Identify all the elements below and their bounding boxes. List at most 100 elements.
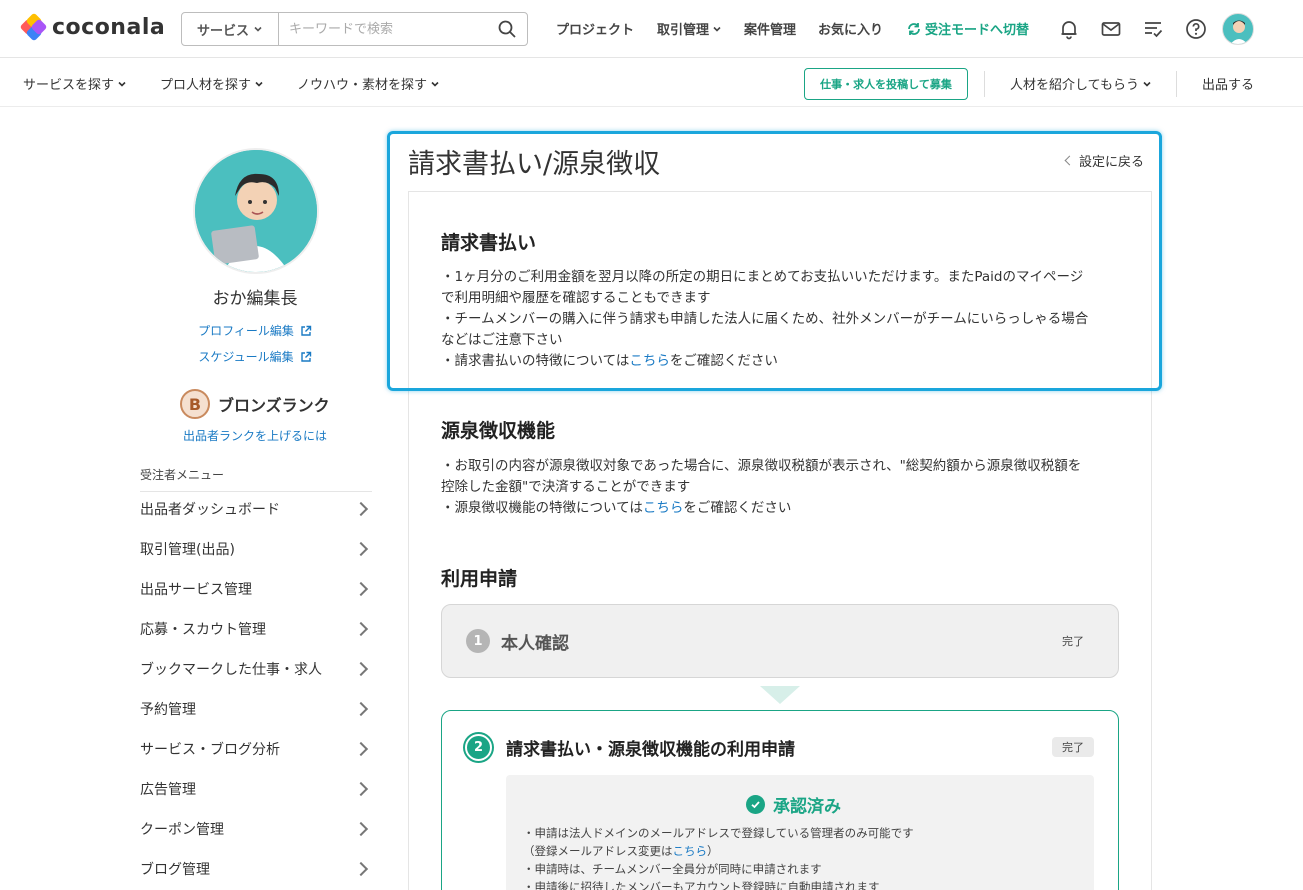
tasks-button[interactable] <box>1140 16 1166 42</box>
nav-project-label: プロジェクト <box>556 23 635 38</box>
chevron-down-icon <box>254 26 262 32</box>
menu-item-ads[interactable]: 広告管理 <box>140 769 372 809</box>
bell-icon <box>1061 21 1077 40</box>
messages-button[interactable] <box>1098 16 1124 42</box>
search-input[interactable] <box>279 13 487 45</box>
note-text: ） <box>707 844 719 858</box>
chevron-right-icon <box>353 741 369 757</box>
withholding-line: ・お取引の内容が源泉徴収対象であった場合に、源泉徴収税額が表示され、"総契約額か… <box>441 458 1082 474</box>
menu-item-services[interactable]: 出品サービス管理 <box>140 569 372 609</box>
invoice-description: ・1ヶ月分のご利用金額を翌月以降の所定の期日にまとめてお支払いいただけます。また… <box>441 267 1121 372</box>
nav-favorites[interactable]: お気に入り <box>818 19 883 38</box>
back-to-settings-link[interactable]: 設定に戻る <box>1064 151 1145 170</box>
change-email-link[interactable]: こちら <box>673 844 708 858</box>
withholding-line: ・源泉徴収機能の特徴についてはこちらをご確認ください <box>441 498 1121 519</box>
nav-referral-label: 人材を紹介してもらう <box>1010 78 1139 93</box>
user-avatar[interactable] <box>1222 13 1254 45</box>
menu-item-reservations[interactable]: 予約管理 <box>140 689 372 729</box>
application-heading: 利用申請 <box>441 568 518 590</box>
profile-edit-link[interactable]: プロフィール編集 <box>130 322 380 339</box>
logo-mark-icon <box>19 12 48 42</box>
nav-project[interactable]: プロジェクト <box>556 19 634 38</box>
invoice-heading: 請求書払い <box>441 232 537 254</box>
withholding-details-link[interactable]: こちら <box>643 500 684 516</box>
step-title: 請求書払い・源泉徴収機能の利用申請 <box>506 740 795 760</box>
chevron-right-icon <box>353 781 369 797</box>
chevron-right-icon <box>353 861 369 877</box>
status-badge: 完了 <box>1062 635 1084 648</box>
schedule-edit-label: スケジュール編集 <box>198 350 294 364</box>
arrow-down-icon <box>760 686 800 704</box>
chevron-left-icon <box>1064 155 1075 166</box>
nav-transactions-label: 取引管理 <box>657 23 710 38</box>
nav-find-pro[interactable]: プロ人材を探す <box>160 74 264 93</box>
checklist-icon <box>1145 22 1163 38</box>
nav-favorites-label: お気に入り <box>818 23 884 38</box>
chevron-right-icon <box>353 581 369 597</box>
step-number: 1 <box>466 629 490 653</box>
logo[interactable]: coconala <box>19 12 166 42</box>
nav-transactions[interactable]: 取引管理 <box>657 19 722 38</box>
menu-item-blog[interactable]: ブログ管理 <box>140 849 372 889</box>
step-title: 本人確認 <box>501 634 569 654</box>
profile-avatar[interactable] <box>193 148 319 274</box>
chevron-right-icon <box>353 661 369 677</box>
schedule-edit-link[interactable]: スケジュール編集 <box>130 348 380 365</box>
rank-up-label: 出品者ランクを上げるには <box>182 429 327 443</box>
menu-item-applications[interactable]: 応募・スカウト管理 <box>140 609 372 649</box>
nav-find-service[interactable]: サービスを探す <box>23 74 127 93</box>
withholding-line-text: ・源泉徴収機能の特徴については <box>441 500 643 516</box>
menu-item-label: 取引管理(出品) <box>140 542 235 558</box>
search-button[interactable] <box>487 13 527 45</box>
help-button[interactable] <box>1183 16 1209 42</box>
invoice-line: ・チームメンバーの購入に伴う請求も申請した法人に届くため、社外メンバーがチームに… <box>441 311 1089 327</box>
menu-item-analytics[interactable]: サービス・ブログ分析 <box>140 729 372 769</box>
logo-text: coconala <box>52 14 166 40</box>
invoice-line: で利用明細や履歴を確認することもできます <box>441 290 711 306</box>
search-bar: サービス <box>181 12 528 46</box>
menu-item-label: 出品者ダッシュボード <box>140 502 280 518</box>
post-job-label: 仕事・求人を投稿して募集 <box>820 78 952 91</box>
refresh-icon <box>908 22 920 35</box>
mail-icon <box>1101 22 1121 36</box>
note-line: ・申請時は、チームメンバー全員分が同時に申請されます <box>523 862 822 876</box>
note-line: ・申請後に招待したメンバーもアカウント登録時に自動申請されます <box>523 880 880 890</box>
sub-navigation: サービスを探す プロ人材を探す ノウハウ・素材を探す 仕事・求人を投稿して募集 … <box>0 59 1303 107</box>
nav-cases[interactable]: 案件管理 <box>744 19 796 38</box>
menu-item-coupons[interactable]: クーポン管理 <box>140 809 372 849</box>
nav-sell[interactable]: 出品する <box>1202 74 1254 93</box>
invoice-line: ・請求書払いの特徴についてはこちらをご確認ください <box>441 351 1121 372</box>
rank-label: ブロンズランク <box>218 396 330 415</box>
nav-referral[interactable]: 人材を紹介してもらう <box>1010 74 1152 93</box>
nav-cases-label: 案件管理 <box>744 23 797 38</box>
nav-knowhow[interactable]: ノウハウ・素材を探す <box>297 74 440 93</box>
mode-switch-button[interactable]: 受注モードへ切替 <box>906 19 1029 38</box>
bronze-rank-icon: B <box>180 389 210 419</box>
menu-item-dashboard[interactable]: 出品者ダッシュボード <box>140 489 372 529</box>
menu-item-bookmarks[interactable]: ブックマークした仕事・求人 <box>140 649 372 689</box>
seller-rank: B ブロンズランク <box>180 389 330 419</box>
invoice-line: ・1ヶ月分のご利用金額を翌月以降の所定の期日にまとめてお支払いいただけます。また… <box>441 269 1084 285</box>
notification-button[interactable] <box>1056 16 1082 42</box>
step-number: 2 <box>465 734 492 761</box>
top-header: coconala サービス プロジェクト 取引管理 案件管理 お気に入り 受注モ… <box>0 0 1303 58</box>
page-title: 請求書払い/源泉徴収 <box>408 149 661 180</box>
nav-find-service-label: サービスを探す <box>23 78 115 93</box>
post-job-button[interactable]: 仕事・求人を投稿して募集 <box>804 68 968 100</box>
search-icon <box>498 20 516 38</box>
avatar-image-icon <box>195 150 317 272</box>
chevron-down-icon <box>118 81 126 87</box>
menu-item-label: ブログ管理 <box>140 862 210 878</box>
rank-up-link[interactable]: 出品者ランクを上げるには <box>130 427 380 444</box>
nav-knowhow-label: ノウハウ・素材を探す <box>297 78 428 93</box>
menu-item-transactions[interactable]: 取引管理(出品) <box>140 529 372 569</box>
menu-item-label: 広告管理 <box>140 782 196 798</box>
nav-sell-label: 出品する <box>1202 78 1255 93</box>
divider <box>984 71 985 97</box>
back-label: 設定に戻る <box>1079 155 1145 170</box>
invoice-line-text: ・請求書払いの特徴については <box>441 353 630 369</box>
withholding-description: ・お取引の内容が源泉徴収対象であった場合に、源泉徴収税額が表示され、"総契約額か… <box>441 456 1121 519</box>
search-category-select[interactable]: サービス <box>182 13 279 45</box>
approved-label: 承認済み <box>773 797 841 817</box>
invoice-details-link[interactable]: こちら <box>629 353 670 369</box>
